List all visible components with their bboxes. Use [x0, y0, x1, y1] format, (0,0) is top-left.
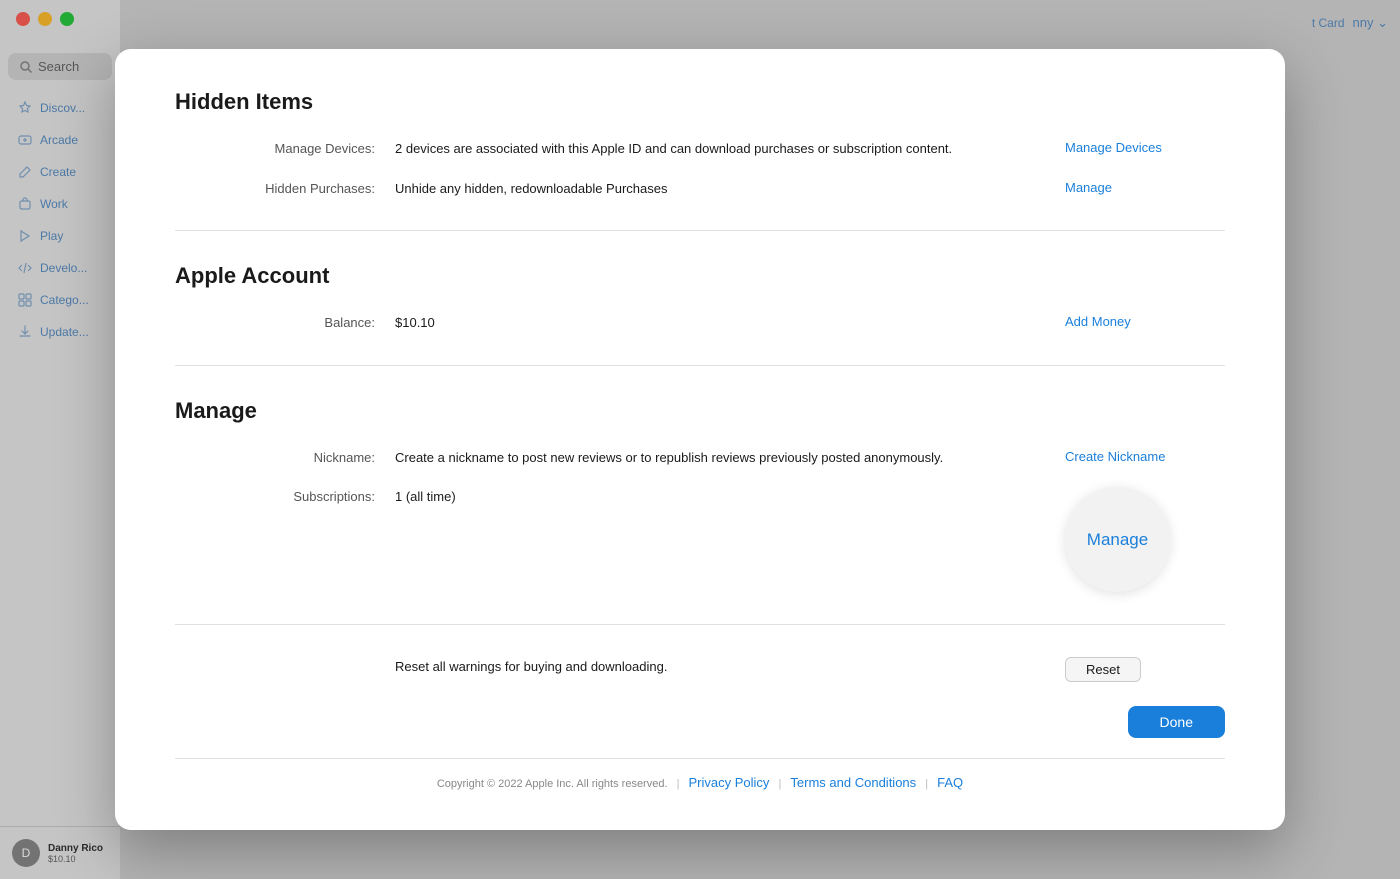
- hidden-purchases-label: Hidden Purchases:: [175, 179, 395, 196]
- footer-sep-2: |: [779, 778, 782, 790]
- apple-account-title: Apple Account: [175, 263, 1225, 289]
- modal-footer: Copyright © 2022 Apple Inc. All rights r…: [175, 758, 1225, 790]
- manage-devices-action[interactable]: Manage Devices: [1045, 139, 1225, 157]
- reset-content: Reset all warnings for buying and downlo…: [395, 657, 1045, 677]
- nickname-row: Nickname: Create a nickname to post new …: [175, 448, 1225, 468]
- hidden-items-title: Hidden Items: [175, 89, 1225, 115]
- copyright-text: Copyright © 2022 Apple Inc. All rights r…: [437, 778, 668, 790]
- done-button[interactable]: Done: [1128, 706, 1225, 738]
- faq-link[interactable]: FAQ: [937, 775, 963, 790]
- manage-subscriptions-button[interactable]: Manage: [1065, 487, 1170, 592]
- subscriptions-label: Subscriptions:: [175, 487, 395, 504]
- hidden-purchases-row: Hidden Purchases: Unhide any hidden, red…: [175, 179, 1225, 199]
- done-section: Done: [175, 706, 1225, 738]
- create-nickname-action[interactable]: Create Nickname: [1045, 448, 1225, 466]
- divider-2: [175, 365, 1225, 366]
- privacy-policy-link[interactable]: Privacy Policy: [689, 775, 770, 790]
- manage-devices-content: 2 devices are associated with this Apple…: [395, 139, 1045, 159]
- reset-action[interactable]: Reset: [1045, 657, 1225, 682]
- manage-title: Manage: [175, 398, 1225, 424]
- manage-circle-wrap: Manage: [1065, 487, 1170, 592]
- manage-devices-row: Manage Devices: 2 devices are associated…: [175, 139, 1225, 159]
- reset-button[interactable]: Reset: [1065, 657, 1141, 682]
- create-nickname-link[interactable]: Create Nickname: [1065, 449, 1165, 464]
- divider-3: [175, 624, 1225, 625]
- hidden-purchases-content: Unhide any hidden, redownloadable Purcha…: [395, 179, 1045, 199]
- hidden-purchases-action[interactable]: Manage: [1045, 179, 1225, 197]
- divider-1: [175, 230, 1225, 231]
- add-money-action[interactable]: Add Money: [1045, 313, 1225, 331]
- manage-devices-label: Manage Devices:: [175, 139, 395, 156]
- footer-sep-3: |: [925, 778, 928, 790]
- subscriptions-content: 1 (all time): [395, 487, 1045, 507]
- balance-row: Balance: $10.10 Add Money: [175, 313, 1225, 333]
- modal-overlay: Hidden Items Manage Devices: 2 devices a…: [0, 0, 1400, 879]
- subscriptions-action[interactable]: Manage: [1045, 487, 1225, 592]
- account-settings-modal: Hidden Items Manage Devices: 2 devices a…: [115, 49, 1285, 830]
- terms-link[interactable]: Terms and Conditions: [790, 775, 916, 790]
- subscriptions-row: Subscriptions: 1 (all time) Manage: [175, 487, 1225, 592]
- reset-row: Reset all warnings for buying and downlo…: [175, 657, 1225, 682]
- add-money-link[interactable]: Add Money: [1065, 314, 1131, 329]
- nickname-label: Nickname:: [175, 448, 395, 465]
- balance-content: $10.10: [395, 313, 1045, 333]
- nickname-content: Create a nickname to post new reviews or…: [395, 448, 1045, 468]
- hidden-purchases-link[interactable]: Manage: [1065, 180, 1112, 195]
- balance-label: Balance:: [175, 313, 395, 330]
- reset-label-spacer: [175, 657, 395, 659]
- manage-subscriptions-label: Manage: [1087, 530, 1148, 550]
- manage-devices-link[interactable]: Manage Devices: [1065, 140, 1162, 155]
- footer-sep-1: |: [677, 778, 680, 790]
